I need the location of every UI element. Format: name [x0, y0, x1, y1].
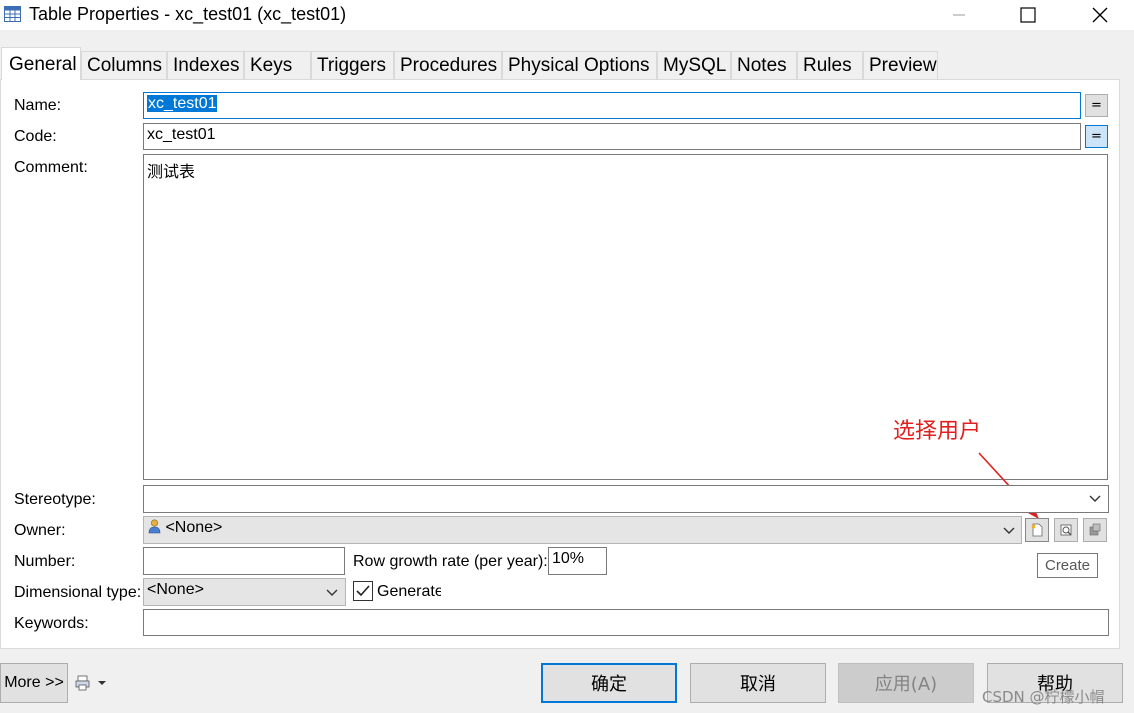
name-label: Name:: [14, 97, 62, 114]
new-document-icon: [1031, 523, 1043, 537]
tab-label: Indexes: [173, 55, 240, 76]
ok-button[interactable]: 确定: [541, 663, 677, 703]
tab-physical-options[interactable]: Physical Options: [502, 51, 657, 79]
tab-label: Procedures: [400, 55, 498, 76]
user-icon: [148, 519, 161, 534]
close-button[interactable]: [1077, 0, 1123, 30]
dropdown-arrow-icon: [98, 681, 106, 685]
row-growth-value: 10%: [552, 550, 585, 567]
name-code-sync-button[interactable]: =: [1085, 94, 1108, 117]
dimensional-type-value: <None>: [147, 581, 204, 598]
tab-label: Physical Options: [508, 55, 650, 76]
code-sync-toggle-button[interactable]: =: [1085, 125, 1108, 148]
checkmark-icon: [356, 585, 370, 597]
tab-columns[interactable]: Columns: [81, 51, 167, 79]
keywords-label: Keywords:: [14, 615, 89, 632]
name-input[interactable]: xc_test01: [143, 92, 1081, 119]
row-growth-label: Row growth rate (per year):: [353, 553, 548, 570]
number-input[interactable]: [143, 547, 345, 575]
stereotype-label: Stereotype:: [14, 491, 96, 508]
generate-label: Generate: [377, 583, 441, 600]
browse-object-icon: [1060, 524, 1072, 536]
code-input[interactable]: xc_test01: [143, 123, 1081, 150]
apply-button[interactable]: 应用(A): [838, 663, 974, 703]
tab-triggers[interactable]: Triggers: [311, 51, 394, 79]
code-value: xc_test01: [147, 126, 216, 143]
chevron-down-icon[interactable]: [1002, 524, 1016, 538]
stereotype-combobox[interactable]: [143, 485, 1109, 513]
more-button[interactable]: More >>: [0, 663, 68, 703]
chevron-down-icon[interactable]: [1088, 492, 1102, 506]
tab-indexes[interactable]: Indexes: [167, 51, 244, 79]
dimensional-type-select[interactable]: <None>: [143, 578, 346, 606]
window-title: Table Properties - xc_test01 (xc_test01): [29, 4, 347, 24]
create-owner-button[interactable]: [1025, 518, 1049, 542]
annotation-text: 选择用户: [893, 419, 982, 444]
tab-keys[interactable]: Keys: [244, 51, 311, 79]
tab-label: Notes: [737, 55, 787, 76]
tab-general[interactable]: General: [1, 47, 81, 80]
create-tooltip: Create: [1037, 553, 1098, 578]
owner-label: Owner:: [14, 522, 66, 539]
name-value: xc_test01: [147, 95, 218, 112]
tab-rules[interactable]: Rules: [797, 51, 863, 79]
tab-notes[interactable]: Notes: [731, 51, 797, 79]
close-icon: [1092, 7, 1108, 23]
tab-preview[interactable]: Preview: [863, 51, 938, 79]
select-owner-button[interactable]: [1054, 518, 1078, 542]
tab-label: Rules: [803, 55, 852, 76]
properties-icon: [1089, 523, 1101, 536]
owner-value: <None>: [165, 519, 223, 536]
print-menu-button[interactable]: [75, 673, 109, 693]
tab-label: Columns: [87, 55, 162, 76]
watermark-text: CSDN @柠檬小帽: [982, 688, 1105, 706]
maximize-icon: [1020, 7, 1036, 23]
cancel-button[interactable]: 取消: [690, 663, 826, 703]
maximize-button[interactable]: [1005, 0, 1051, 30]
chevron-down-icon[interactable]: [325, 586, 339, 600]
comment-label: Comment:: [14, 159, 88, 176]
tab-label: Keys: [250, 55, 293, 76]
tab-procedures[interactable]: Procedures: [394, 51, 502, 79]
number-label: Number:: [14, 553, 76, 570]
table-icon: [4, 6, 21, 22]
comment-value: 测试表: [147, 164, 196, 181]
tab-label: General: [9, 54, 77, 75]
tab-label: Triggers: [317, 55, 386, 76]
generate-checkbox[interactable]: [353, 581, 373, 601]
keywords-input[interactable]: [143, 609, 1109, 636]
row-growth-input[interactable]: 10%: [548, 547, 607, 575]
owner-select[interactable]: <None>: [143, 516, 1022, 544]
tab-label: MySQL: [663, 55, 727, 76]
printer-icon: [75, 675, 90, 691]
tab-mysql[interactable]: MySQL: [657, 51, 731, 79]
tab-label: Preview: [869, 55, 937, 76]
owner-properties-button[interactable]: [1083, 518, 1107, 542]
code-label: Code:: [14, 128, 57, 145]
minimize-icon: [953, 14, 965, 16]
dimensional-type-label: Dimensional type:: [14, 584, 142, 601]
minimize-button[interactable]: [936, 0, 982, 30]
